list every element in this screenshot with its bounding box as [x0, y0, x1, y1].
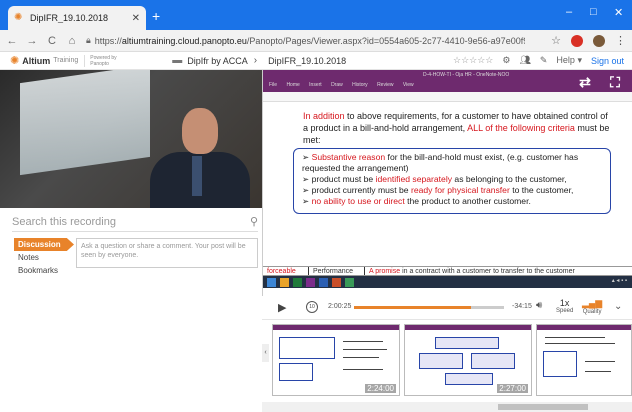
slide-table-row: forceable Performance A promise in a con… — [263, 266, 632, 276]
help-menu[interactable]: Help ▾ — [556, 55, 582, 66]
tray-icons: ▴ ◂ ▪ ▪ — [611, 278, 627, 284]
seek-progress — [354, 306, 471, 309]
thumbnail-time: 2:24:00 — [365, 384, 396, 393]
rewind-10-icon[interactable]: 10 — [306, 301, 318, 313]
screen-capture[interactable]: D-4-HOW-TI - Oja HR - OneNote-NOO File H… — [262, 70, 632, 296]
forward-icon[interactable]: → — [24, 35, 40, 47]
scrollbar-thumb[interactable] — [498, 404, 588, 410]
thumbnail-strip: ‹ 2:24:00 2:27:00 — [262, 320, 632, 402]
tab-title: DipIFR_19.10.2018 — [30, 13, 109, 23]
edit-icon[interactable]: ✎ — [540, 55, 548, 66]
logo-text: Altium — [22, 55, 51, 66]
fullscreen-icon[interactable]: ⛶ — [603, 72, 627, 92]
search-input[interactable]: Search this recording — [12, 216, 250, 228]
panopto-favicon-icon: ✺ — [14, 12, 23, 23]
new-tab-button[interactable]: + — [152, 9, 160, 23]
tab-bookmarks[interactable]: Bookmarks — [14, 264, 74, 277]
onenote-ribbon: D-4-HOW-TI - Oja HR - OneNote-NOO File H… — [263, 70, 632, 92]
presenter-head — [182, 108, 218, 154]
minimize-button[interactable]: – — [566, 6, 572, 18]
speed-button[interactable]: 1x Speed — [556, 298, 573, 314]
thumbnail[interactable] — [536, 324, 632, 396]
volume-icon[interactable]: 🔊︎ — [536, 300, 542, 311]
projector-screen — [20, 70, 150, 176]
viewer-header: ✺ Altium Training Powered by Panopto ▬ D… — [0, 52, 632, 70]
onenote-menu: File Home Insert Draw History Review Vie… — [269, 82, 414, 88]
presenter-tie — [192, 156, 202, 196]
profile-avatar[interactable] — [593, 34, 605, 47]
sign-out-link[interactable]: Sign out — [591, 56, 624, 66]
back-icon[interactable]: ← — [4, 35, 20, 47]
browser-tab[interactable]: ✺ DipIFR_19.10.2018 ✕ — [8, 6, 146, 30]
tab-notes[interactable]: Notes — [14, 251, 74, 264]
address-bar: ← → C ⌂ 🔒︎ https://altiumtraining.cloud.… — [0, 30, 632, 52]
thumbnail[interactable]: 2:24:00 — [272, 324, 400, 396]
maximize-button[interactable]: □ — [590, 6, 597, 18]
word-icon — [319, 277, 328, 287]
browser-menu-icon[interactable]: ⋮ — [615, 34, 626, 47]
logo-subtitle: Training — [53, 57, 79, 64]
app-icon — [345, 277, 354, 287]
side-tabs: Discussion Notes Bookmarks — [14, 238, 74, 277]
breadcrumb-session: DipIFR_19.10.2018 — [268, 55, 347, 66]
presenter-video[interactable] — [0, 70, 262, 208]
powered-by-panopto: Powered by Panopto — [84, 54, 122, 67]
criteria-item: ➢ no ability to use or direct the produc… — [302, 196, 531, 206]
folder-icon: ▬ — [172, 55, 183, 66]
reload-icon[interactable]: C — [44, 35, 60, 47]
criteria-list: ➢ Substantive reason for the bill-and-ho… — [293, 148, 611, 214]
chevron-down-icon[interactable]: ⌄ — [614, 301, 622, 312]
altium-logo-icon: ✺ — [10, 55, 20, 67]
onenote-title: D-4-HOW-TI - Oja HR - OneNote-NOO — [423, 72, 510, 78]
rating-stars[interactable]: ☆☆☆☆☆ — [453, 55, 493, 66]
home-icon[interactable]: ⌂ — [64, 35, 80, 47]
breadcrumb-folder[interactable]: DipIfr by ACCA — [187, 56, 248, 66]
windows-taskbar: ▴ ◂ ▪ ▪ — [263, 276, 632, 288]
quality-button[interactable]: ▂▄▆ Quality — [582, 298, 602, 315]
start-icon — [267, 277, 276, 287]
thumbs-left-arrow-icon[interactable]: ‹ — [262, 344, 269, 362]
player-controls: ▶ 10 2:00:25 -34:15 🔊︎ 1x Speed ▂▄▆ Qual… — [262, 296, 632, 320]
settings-icon[interactable]: ⚙ — [502, 55, 510, 66]
quality-bars-icon: ▂▄▆ — [582, 298, 603, 308]
seek-bar[interactable] — [354, 306, 504, 309]
search-recording[interactable]: Search this recording ⚲ — [12, 212, 258, 232]
thumbnails-scrollbar[interactable] — [262, 402, 632, 412]
current-time: 2:00:25 — [328, 303, 352, 310]
criteria-item: ➢ product must be identified separately … — [302, 174, 567, 184]
thumbnail[interactable]: 2:27:00 — [404, 324, 532, 396]
powerpoint-icon — [332, 277, 341, 287]
criteria-item: ➢ product currently must be ready for ph… — [302, 185, 574, 195]
bookmark-star-icon[interactable]: ☆ — [551, 34, 561, 47]
browser-tab-strip: ✺ DipIFR_19.10.2018 ✕ + – □ ✕ — [0, 0, 632, 30]
search-icon[interactable]: ⚲ — [250, 215, 258, 228]
thumbnail-time: 2:27:00 — [497, 384, 528, 393]
url-field[interactable]: https://altiumtraining.cloud.panopto.eu/… — [95, 36, 525, 46]
tab-discussion[interactable]: Discussion — [14, 238, 74, 251]
share-icon[interactable]: 👥︎ — [519, 55, 530, 66]
play-icon[interactable]: ▶ — [278, 301, 286, 314]
extension-icon[interactable] — [571, 34, 583, 47]
breadcrumb-chevron-icon: › — [253, 55, 258, 66]
tab-close-icon[interactable]: ✕ — [132, 13, 140, 24]
remaining-time: -34:15 — [512, 303, 532, 310]
slide-intro: In addition to above requirements, for a… — [303, 111, 610, 145]
comment-input[interactable]: Ask a question or share a comment. Your … — [76, 238, 258, 268]
onenote-icon — [306, 277, 315, 287]
swap-streams-icon[interactable]: ⇄ — [573, 72, 597, 92]
lock-icon[interactable]: 🔒︎ — [86, 35, 91, 46]
excel-icon — [293, 277, 302, 287]
onenote-toolbar — [263, 92, 632, 102]
criteria-item: ➢ Substantive reason for the bill-and-ho… — [302, 152, 579, 173]
explorer-icon — [280, 277, 289, 287]
close-window-button[interactable]: ✕ — [614, 6, 623, 19]
